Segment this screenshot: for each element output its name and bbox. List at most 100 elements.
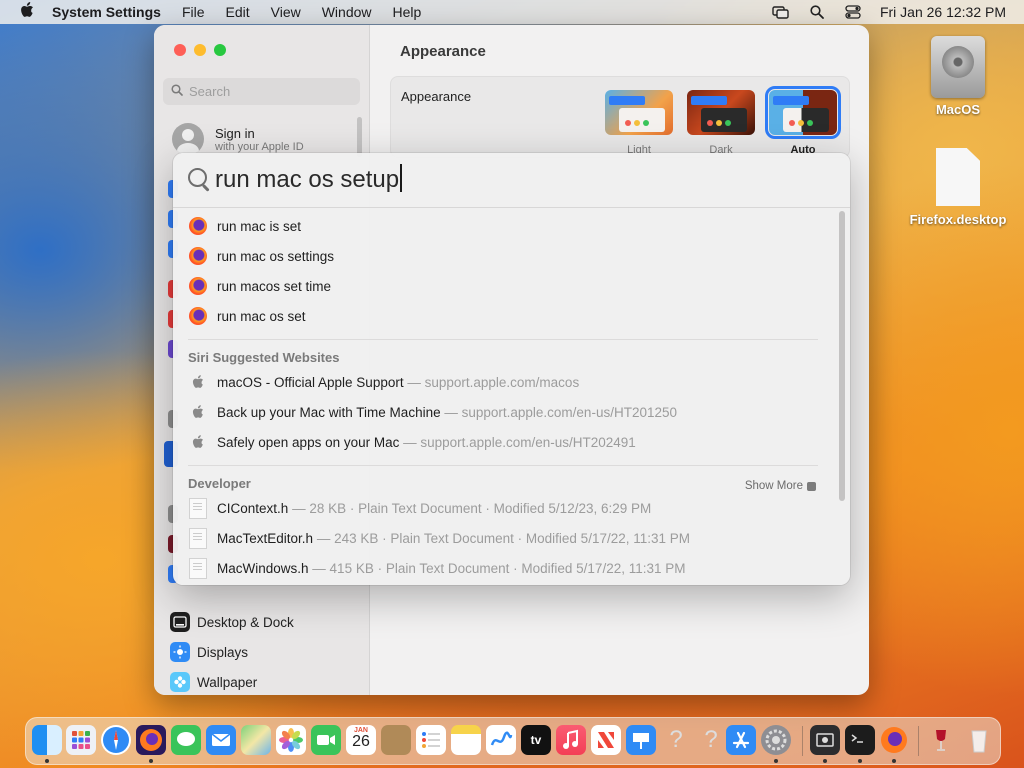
suggestion-text: run mac is set bbox=[217, 218, 302, 234]
hard-disk-icon bbox=[931, 36, 985, 98]
website-result[interactable]: Back up your Mac with Time Machine — sup… bbox=[189, 400, 677, 424]
sidebar-scrollbar[interactable] bbox=[357, 117, 362, 157]
reminders-icon[interactable] bbox=[416, 725, 446, 755]
spotlight-query-text[interactable]: run mac os setup bbox=[215, 166, 399, 193]
tv-label: tv bbox=[530, 733, 542, 747]
messages-icon[interactable] bbox=[171, 725, 201, 755]
safari-icon[interactable] bbox=[101, 725, 131, 755]
close-button[interactable] bbox=[174, 44, 186, 56]
mail-icon[interactable] bbox=[206, 725, 236, 755]
wallpaper-icon bbox=[170, 672, 190, 692]
appearance-option-dark[interactable] bbox=[687, 90, 755, 135]
unknown-app-icon[interactable]: ? bbox=[696, 725, 726, 755]
freeform-icon[interactable] bbox=[486, 725, 516, 755]
file-meta: — 415 KB · Plain Text Document · Modifie… bbox=[312, 560, 686, 576]
apple-tv-icon[interactable]: tv bbox=[521, 725, 551, 755]
file-result[interactable]: CIContext.h — 28 KB · Plain Text Documen… bbox=[189, 496, 651, 520]
website-result[interactable]: macOS - Official Apple Support — support… bbox=[189, 370, 579, 394]
control-center-icon[interactable] bbox=[844, 5, 862, 19]
desktop-disk-item[interactable]: MacOS bbox=[908, 36, 1008, 117]
sidebar-item-desktop-dock[interactable]: Desktop & Dock bbox=[170, 607, 294, 637]
show-more-button[interactable]: Show More bbox=[745, 480, 816, 492]
thumb-dots bbox=[707, 120, 731, 126]
facetime-icon[interactable] bbox=[311, 725, 341, 755]
sidebar-item-label: Wallpaper bbox=[197, 674, 258, 690]
calendar-icon[interactable]: JAN 26 bbox=[346, 725, 376, 755]
suggestion-text: run mac os settings bbox=[217, 248, 335, 264]
website-result[interactable]: Safely open apps on your Mac — support.a… bbox=[189, 430, 636, 454]
running-indicator bbox=[892, 759, 896, 763]
dock-divider bbox=[802, 726, 803, 756]
spotlight-scrollbar[interactable] bbox=[839, 211, 845, 501]
firefox-icon[interactable] bbox=[879, 725, 909, 755]
terminal-icon[interactable] bbox=[845, 725, 875, 755]
show-more-label: Show More bbox=[744, 480, 803, 492]
app-store-icon[interactable] bbox=[726, 725, 756, 755]
apple-id-signin[interactable]: Sign in with your Apple ID bbox=[172, 123, 304, 155]
screen-mirroring-icon[interactable] bbox=[772, 5, 790, 19]
keynote-icon[interactable] bbox=[626, 725, 656, 755]
file-meta: — 28 KB · Plain Text Document · Modified… bbox=[292, 500, 652, 516]
spotlight-search-field[interactable]: run mac os setup bbox=[173, 153, 850, 208]
appearance-row: Appearance Light Dark Auto bbox=[390, 76, 850, 158]
music-icon[interactable] bbox=[556, 725, 586, 755]
unknown-app-icon[interactable]: ? bbox=[661, 725, 691, 755]
file-result[interactable]: MacWindows.h — 415 KB · Plain Text Docum… bbox=[189, 556, 686, 580]
file-result[interactable]: MacTextEditor.h — 243 KB · Plain Text Do… bbox=[189, 526, 690, 550]
menubar-clock[interactable]: Fri Jan 26 12:32 PM bbox=[880, 4, 1006, 20]
firefox-icon[interactable] bbox=[136, 725, 166, 755]
suggestion-item[interactable]: run mac is set bbox=[189, 214, 301, 238]
sidebar-item-displays[interactable]: Displays bbox=[170, 637, 294, 667]
contacts-icon[interactable] bbox=[381, 725, 411, 755]
menu-app-name[interactable]: System Settings bbox=[52, 4, 161, 20]
firefox-icon bbox=[189, 307, 207, 325]
menu-edit[interactable]: Edit bbox=[226, 4, 250, 20]
appearance-option-light[interactable] bbox=[605, 90, 673, 135]
desktop-file-item[interactable]: Firefox.desktop bbox=[908, 148, 1008, 227]
suggestion-item[interactable]: run macos set time bbox=[189, 274, 331, 298]
menu-window[interactable]: Window bbox=[322, 4, 372, 20]
sidebar-item-wallpaper[interactable]: Wallpaper bbox=[170, 667, 294, 695]
sidebar-item-label: Desktop & Dock bbox=[197, 614, 294, 630]
avatar bbox=[172, 123, 204, 155]
developer-section-header: Developer bbox=[188, 476, 251, 491]
zoom-button[interactable] bbox=[214, 44, 226, 56]
menu-view[interactable]: View bbox=[271, 4, 301, 20]
sidebar-list: Desktop & Dock Displays Wallpaper bbox=[170, 607, 294, 695]
firefox-icon bbox=[189, 277, 207, 295]
minimize-button[interactable] bbox=[194, 44, 206, 56]
spotlight-search-icon[interactable] bbox=[808, 5, 826, 19]
text-document-icon bbox=[189, 557, 207, 579]
trash-icon[interactable] bbox=[964, 725, 994, 755]
photos-icon[interactable] bbox=[276, 725, 306, 755]
firefox-icon bbox=[189, 217, 207, 235]
wine-glass-icon[interactable] bbox=[926, 725, 956, 755]
launchpad-icon[interactable] bbox=[66, 725, 96, 755]
website-title: Back up your Mac with Time Machine bbox=[217, 404, 441, 420]
appearance-option-auto[interactable] bbox=[765, 86, 841, 139]
suggestion-item[interactable]: run mac os set bbox=[189, 304, 306, 328]
file-meta: — 243 KB · Plain Text Document · Modifie… bbox=[316, 530, 691, 546]
notes-icon[interactable] bbox=[451, 725, 481, 755]
running-indicator bbox=[823, 759, 827, 763]
system-settings-icon[interactable] bbox=[761, 725, 791, 755]
file-name: MacTextEditor.h bbox=[217, 530, 314, 546]
finder-icon[interactable] bbox=[32, 725, 62, 755]
calendar-day: 26 bbox=[352, 733, 370, 750]
website-title: macOS - Official Apple Support bbox=[217, 374, 404, 390]
search-icon bbox=[171, 84, 183, 99]
news-icon[interactable] bbox=[591, 725, 621, 755]
website-url: — support.apple.com/macos bbox=[407, 374, 580, 390]
screenshot-icon[interactable] bbox=[810, 725, 840, 755]
appearance-row-label: Appearance bbox=[401, 89, 472, 104]
text-document-icon bbox=[189, 497, 207, 519]
suggestion-item[interactable]: run mac os settings bbox=[189, 244, 334, 268]
thumb-menubar bbox=[773, 96, 809, 105]
menu-file[interactable]: File bbox=[182, 4, 205, 20]
menu-help[interactable]: Help bbox=[393, 4, 422, 20]
maps-icon[interactable] bbox=[241, 725, 271, 755]
apple-menu-icon[interactable] bbox=[18, 2, 36, 22]
dock: JAN 26 tv ? ? bbox=[25, 717, 1001, 765]
divider bbox=[188, 465, 818, 466]
sidebar-search-input[interactable]: Search bbox=[163, 78, 360, 105]
